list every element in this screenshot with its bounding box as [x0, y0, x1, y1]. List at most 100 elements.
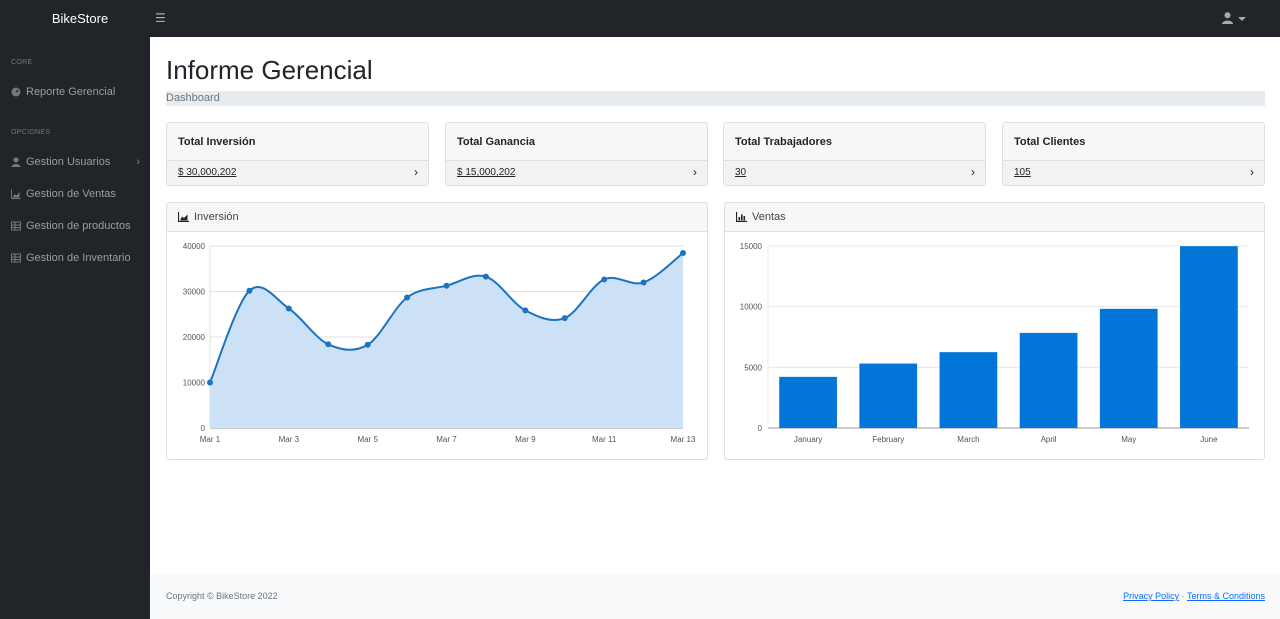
stat-card-label: Total Inversión [167, 123, 428, 161]
stat-card-value: $ 15,000,202 [457, 167, 516, 178]
sidebar-item-gestion-usuarios[interactable]: Gestion Usuarios › [0, 151, 150, 173]
stat-card-label: Total Ganancia [446, 123, 707, 161]
x-tick-label: Mar 11 [592, 435, 617, 444]
data-point [246, 287, 253, 294]
sidebar-item-gestion-inventario[interactable]: Gestion de Inventario [0, 247, 150, 269]
bar-chart-svg: 0 5000 10000 15000 January February March April… [740, 242, 1249, 444]
y-tick-label: 20000 [183, 333, 206, 342]
data-point [364, 341, 371, 348]
x-tick-label: Mar 13 [671, 435, 696, 444]
stat-card-label: Total Clientes [1003, 123, 1264, 161]
data-point [601, 276, 608, 283]
x-tick-label: April [1041, 435, 1057, 444]
sidebar-item-label: Gestion de productos [26, 220, 131, 232]
user-menu-button[interactable] [1222, 11, 1246, 27]
privacy-policy-link[interactable]: Privacy Policy [1123, 591, 1179, 601]
x-tick-label: June [1200, 435, 1218, 444]
bar [1019, 332, 1078, 428]
table-icon [11, 253, 21, 263]
sidebar-item-label: Reporte Gerencial [26, 86, 116, 98]
x-tick-label: March [957, 435, 979, 444]
stat-card-link[interactable]: $ 30,000,202 › [167, 161, 428, 185]
data-point [482, 273, 489, 280]
area-chart-svg: 0 10000 20000 30000 40000 Mar 1 Mar 3 Mar 5 Mar … [183, 242, 696, 444]
data-point [443, 282, 450, 289]
stat-card-link[interactable]: 105 › [1003, 161, 1264, 185]
sidebar-item-gestion-productos[interactable]: Gestion de productos [0, 215, 150, 237]
x-tick-label: Mar 3 [279, 435, 300, 444]
y-tick-label: 15000 [740, 242, 763, 251]
page-title: Informe Gerencial [166, 55, 373, 85]
data-point [640, 279, 647, 286]
y-tick-label: 0 [201, 424, 206, 433]
chevron-right-icon: › [414, 165, 418, 179]
footer: Copyright © BikeStore 2022 Privacy Polic… [150, 574, 1280, 619]
bar [779, 376, 837, 428]
table-icon [11, 221, 21, 231]
data-point [207, 379, 213, 386]
ventas-chart-card: Ventas 0 5000 10000 15000 January February Mar… [724, 202, 1265, 460]
chevron-right-icon: › [1250, 165, 1254, 179]
breadcrumb: Dashboard [166, 91, 1265, 106]
data-point [285, 305, 292, 312]
chart-header: Inversión [167, 203, 707, 232]
data-point [325, 341, 332, 348]
menu-icon[interactable]: ☰ [155, 10, 167, 26]
bar [859, 363, 918, 428]
user-icon [1222, 12, 1233, 24]
chevron-down-icon [1238, 17, 1246, 21]
sidebar-heading-opciones: OPCIONES [11, 129, 51, 136]
stat-card-value: $ 30,000,202 [178, 167, 237, 178]
sidebar-item-label: Gestion de Ventas [26, 188, 116, 200]
y-tick-label: 5000 [744, 363, 762, 372]
data-point [522, 307, 529, 314]
chart-area-icon [178, 212, 189, 222]
bar [939, 352, 998, 428]
bar [1180, 246, 1238, 428]
main-content: Informe Gerencial Dashboard Total Invers… [150, 37, 1280, 574]
x-tick-label: January [794, 435, 822, 444]
dashboard-icon [11, 87, 21, 97]
series-area [210, 253, 683, 428]
y-tick-label: 30000 [183, 288, 206, 297]
y-tick-label: 0 [758, 424, 763, 433]
sidebar-item-label: Gestion de Inventario [26, 252, 131, 264]
chart-title: Ventas [752, 211, 786, 223]
chevron-right-icon: › [693, 165, 697, 179]
terms-link[interactable]: Terms & Conditions [1187, 591, 1265, 601]
stat-card-inversion: Total Inversión $ 30,000,202 › [166, 122, 429, 186]
sidebar-item-reporte-gerencial[interactable]: Reporte Gerencial [0, 81, 150, 103]
y-tick-label: 40000 [183, 242, 206, 251]
stat-card-clientes: Total Clientes 105 › [1002, 122, 1265, 186]
bar [1099, 308, 1158, 428]
data-point [561, 315, 568, 322]
stat-card-label: Total Trabajadores [724, 123, 985, 161]
stat-card-ganancia: Total Ganancia $ 15,000,202 › [445, 122, 708, 186]
chart-area-icon [11, 189, 21, 199]
x-tick-label: February [872, 435, 904, 444]
x-tick-label: Mar 5 [357, 435, 378, 444]
chart-bar-icon [736, 212, 747, 222]
stat-card-value: 30 [735, 167, 747, 178]
copyright-text: Copyright © BikeStore 2022 [166, 591, 278, 601]
x-tick-label: Mar 7 [436, 435, 457, 444]
stat-card-link[interactable]: 30 › [724, 161, 985, 185]
sidebar-item-gestion-ventas[interactable]: Gestion de Ventas [0, 183, 150, 205]
stat-card-value: 105 [1014, 167, 1031, 178]
brand-logo[interactable]: BikeStore [0, 0, 160, 37]
user-icon [11, 157, 21, 167]
footer-separator: · [1181, 591, 1185, 601]
x-tick-label: Mar 1 [200, 435, 221, 444]
y-tick-label: 10000 [183, 379, 206, 388]
sidebar-heading-core: CORE [11, 59, 33, 66]
y-tick-label: 10000 [740, 303, 763, 312]
footer-links: Privacy Policy · Terms & Conditions [1123, 591, 1265, 601]
stat-card-link[interactable]: $ 15,000,202 › [446, 161, 707, 185]
sidebar: CORE Reporte Gerencial OPCIONES Gestion … [0, 37, 150, 619]
data-point [404, 294, 411, 301]
inversion-chart: 0 10000 20000 30000 40000 Mar 1 Mar 3 Mar 5 Mar … [167, 232, 707, 459]
inversion-chart-card: Inversión 0 10000 20000 30000 40000 Mar 1 Mar … [166, 202, 708, 460]
top-navbar: BikeStore ☰ [0, 0, 1280, 37]
sidebar-item-label: Gestion Usuarios [26, 156, 111, 168]
stat-card-trabajadores: Total Trabajadores 30 › [723, 122, 986, 186]
